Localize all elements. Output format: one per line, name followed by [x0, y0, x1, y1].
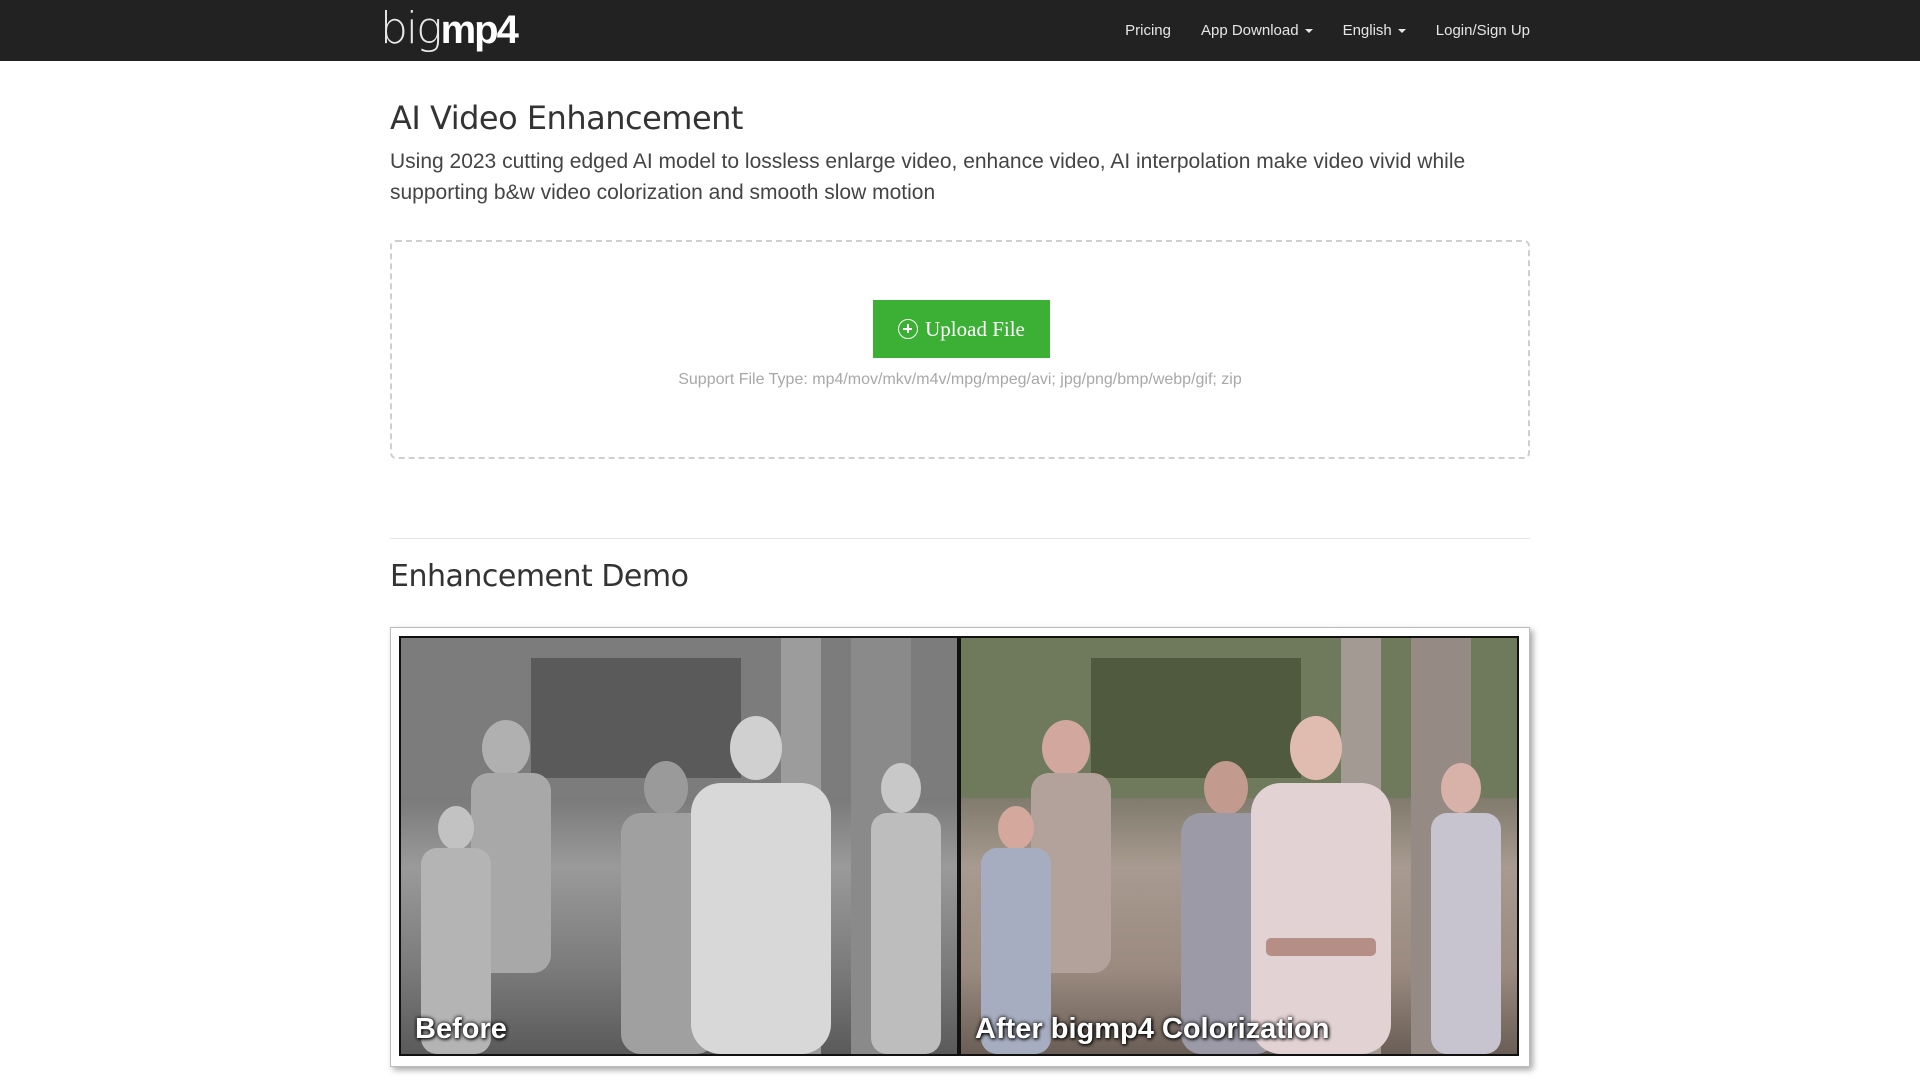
after-photo	[961, 638, 1517, 1054]
nav-item-language[interactable]: English	[1328, 0, 1421, 61]
demo-image: Before After bigmp4 Colorization	[399, 636, 1519, 1056]
demo-section-title: Enhancement Demo	[390, 559, 689, 594]
page-title: AI Video Enhancement	[390, 99, 743, 137]
upload-button-label: Upload File	[925, 316, 1025, 341]
nav-item-label: Login/Sign Up	[1435, 22, 1530, 39]
support-file-types: Support File Type: mp4/mov/mkv/m4v/mpg/m…	[678, 371, 1242, 388]
demo-image-frame: Before After bigmp4 Colorization	[390, 627, 1530, 1067]
page-description: Using 2023 cutting edged AI model to los…	[390, 150, 1466, 204]
upload-file-button[interactable]: Upload File	[873, 300, 1050, 358]
nav-item-app-download[interactable]: App Download	[1186, 0, 1328, 61]
nav-item-login[interactable]: Login/Sign Up	[1421, 0, 1530, 61]
caret-down-icon	[1304, 28, 1313, 33]
logo-light-text: big	[380, 3, 443, 54]
nav-item-pricing[interactable]: Pricing	[1110, 0, 1186, 61]
caret-down-icon	[1397, 28, 1406, 33]
after-label: After bigmp4 Colorization	[975, 1013, 1330, 1045]
nav-item-label: English	[1342, 22, 1392, 39]
navbar: big mp4 Pricing App Download English Logi…	[0, 0, 1920, 61]
before-panel: Before	[401, 638, 957, 1054]
nav-item-label: App Download	[1200, 22, 1299, 39]
navbar-container: big mp4 Pricing App Download English Logi…	[380, 0, 1530, 61]
section-divider	[390, 538, 1530, 539]
logo[interactable]: big mp4	[380, 2, 519, 56]
before-photo	[401, 638, 957, 1054]
plus-circle-icon	[898, 319, 919, 339]
upload-dropzone[interactable]: Upload File Support File Type: mp4/mov/m…	[390, 240, 1530, 459]
logo-bold-text: mp4	[440, 8, 519, 52]
nav-menu: Pricing App Download English Login/Sign …	[1110, 0, 1530, 61]
before-label: Before	[415, 1013, 507, 1045]
after-panel: After bigmp4 Colorization	[961, 638, 1517, 1054]
nav-item-label: Pricing	[1125, 22, 1171, 39]
